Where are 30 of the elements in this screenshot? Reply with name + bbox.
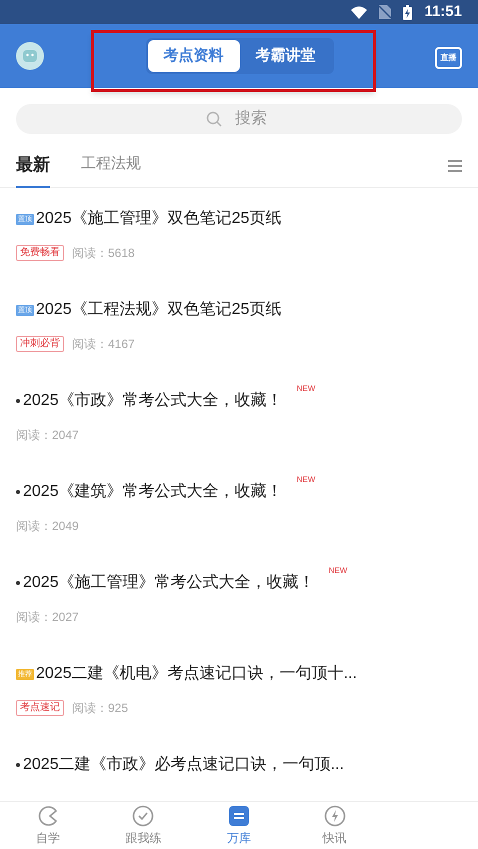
- category-tab[interactable]: 最新: [16, 144, 50, 188]
- tag-label: 免费畅看: [16, 245, 64, 261]
- new-label: NEW: [296, 474, 316, 486]
- read-count: 阅读：2049: [16, 518, 79, 535]
- search-field[interactable]: 搜索: [16, 104, 462, 134]
- article-title[interactable]: 2025《工程法规》双色笔记25页纸: [36, 298, 282, 322]
- article-title[interactable]: 2025《施工管理》常考公式大全，收藏！: [23, 571, 315, 595]
- article-title[interactable]: 2025二建《市政》必考点速记口诀，一句顶...: [23, 753, 344, 777]
- nav-tab[interactable]: 自学: [0, 802, 96, 849]
- article-title[interactable]: 2025《施工管理》双色笔记25页纸: [36, 207, 282, 231]
- category-tab[interactable]: 工程法规: [81, 144, 141, 188]
- article-title[interactable]: 2025二建《机电》考点速记口诀，一句顶十...: [36, 662, 357, 686]
- nav-tab[interactable]: 跟我练: [96, 802, 192, 849]
- nav-tab[interactable]: 快讯: [286, 802, 382, 849]
- article-title[interactable]: 2025《市政》常考公式大全，收藏！: [23, 389, 283, 413]
- read-count: 阅读：5618: [72, 245, 135, 262]
- read-count: 阅读：925: [72, 700, 128, 717]
- tag-label: 考点速记: [16, 700, 64, 716]
- header-tab[interactable]: 考霸讲堂: [240, 40, 332, 72]
- tag-label: 冲刺必背: [16, 336, 64, 352]
- live-tv-button[interactable]: 直播: [435, 47, 462, 69]
- new-label: NEW: [328, 565, 348, 577]
- new-label: NEW: [296, 383, 316, 395]
- read-count: 阅读：2047: [16, 427, 79, 444]
- read-count: 阅读：4167: [72, 336, 135, 353]
- read-count: 阅读：2027: [16, 609, 79, 626]
- header-tab[interactable]: 考点资料: [148, 40, 240, 72]
- status-time: 11:51: [424, 2, 462, 22]
- article-title[interactable]: 2025《建筑》常考公式大全，收藏！: [23, 480, 283, 504]
- nav-tab[interactable]: 万库: [191, 802, 287, 849]
